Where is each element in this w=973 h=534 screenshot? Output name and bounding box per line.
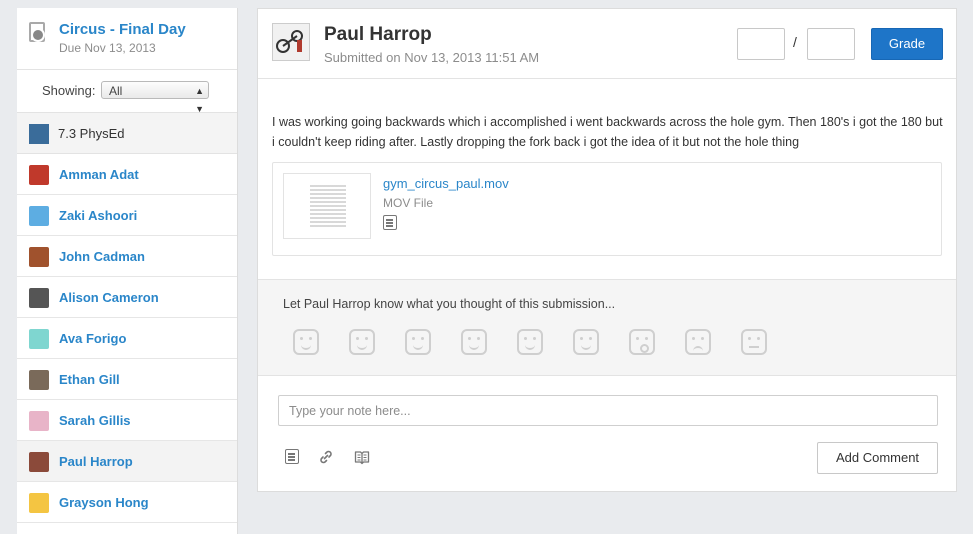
student-avatar [29, 165, 49, 185]
resource-library-icon[interactable] [354, 449, 370, 465]
feedback-prompt: Let Paul Harrop know what you thought of… [283, 297, 616, 311]
student-avatar [29, 411, 49, 431]
attachment-card[interactable]: gym_circus_paul.mov MOV File [272, 162, 942, 256]
student-avatar [29, 329, 49, 349]
student-name: John Cadman [59, 249, 145, 264]
group-row[interactable]: 7.3 PhysEd [17, 113, 237, 154]
student-avatar [29, 452, 49, 472]
assignment-due-date: Due Nov 13, 2013 [59, 41, 156, 55]
student-row[interactable]: Ethan Gill [17, 359, 237, 400]
filter-label: Showing: [42, 83, 96, 98]
submission-panel: Paul Harrop Submitted on Nov 13, 2013 11… [257, 8, 957, 492]
submission-header: Paul Harrop Submitted on Nov 13, 2013 11… [258, 9, 956, 79]
student-name: Grayson Hong [59, 495, 149, 510]
student-name: Zaki Ashoori [59, 208, 138, 223]
link-icon[interactable] [318, 449, 334, 465]
student-row[interactable]: Alison Cameron [17, 277, 237, 318]
student-row[interactable]: Ava Forigo [17, 318, 237, 359]
student-row[interactable]: Zaki Ashoori [17, 195, 237, 236]
attachment-thumbnail[interactable] [283, 173, 371, 239]
student-name: Paul Harrop [59, 454, 133, 469]
reaction-smile-icon[interactable] [573, 329, 599, 355]
student-list: Amman Adat Zaki Ashoori John Cadman Alis… [17, 154, 237, 523]
filter-selected-value: All [109, 84, 123, 98]
reaction-smile-icon[interactable] [293, 329, 319, 355]
grade-button[interactable]: Grade [871, 28, 943, 60]
add-comment-button[interactable]: Add Comment [817, 442, 938, 474]
group-name: 7.3 PhysEd [58, 126, 125, 141]
reaction-sad-icon[interactable] [685, 329, 711, 355]
student-row[interactable]: John Cadman [17, 236, 237, 277]
reaction-neutral-icon[interactable] [741, 329, 767, 355]
student-avatar-large [272, 23, 310, 61]
student-row[interactable]: Amman Adat [17, 154, 237, 195]
feedback-section: Let Paul Harrop know what you thought of… [258, 279, 956, 376]
submitted-timestamp: Submitted on Nov 13, 2013 11:51 AM [324, 50, 540, 65]
student-name: Sarah Gillis [59, 413, 131, 428]
student-avatar [29, 247, 49, 267]
reaction-smile-icon[interactable] [461, 329, 487, 355]
group-icon [29, 124, 49, 144]
student-name: Amman Adat [59, 167, 139, 182]
student-avatar [29, 206, 49, 226]
student-name: Ethan Gill [59, 372, 120, 387]
submission-text: I was working going backwards which i ac… [272, 115, 943, 149]
attachment-filename[interactable]: gym_circus_paul.mov [383, 176, 509, 191]
student-row[interactable]: Sarah Gillis [17, 400, 237, 441]
student-row[interactable]: Grayson Hong [17, 482, 237, 523]
reaction-smile-icon[interactable] [517, 329, 543, 355]
note-input[interactable] [278, 395, 938, 426]
assignment-title[interactable]: Circus - Final Day [59, 21, 186, 38]
student-avatar [29, 493, 49, 513]
attach-file-icon[interactable] [285, 449, 299, 464]
grade-score-input[interactable] [737, 28, 785, 60]
assignment-icon [29, 22, 45, 42]
filter-select[interactable]: All ▲ ▼ [101, 81, 209, 114]
student-name: Alison Cameron [59, 290, 159, 305]
student-avatar [29, 288, 49, 308]
attachment-type: MOV File [383, 196, 434, 210]
grade-total-input[interactable] [807, 28, 855, 60]
student-name-heading: Paul Harrop [324, 24, 432, 45]
student-name: Ava Forigo [59, 331, 127, 346]
grade-slash: / [793, 34, 797, 50]
reaction-surprised-icon[interactable] [629, 329, 655, 355]
student-sidebar: Circus - Final Day Due Nov 13, 2013 Show… [17, 8, 238, 534]
reaction-smile-icon[interactable] [405, 329, 431, 355]
assignment-header: Circus - Final Day Due Nov 13, 2013 [17, 8, 237, 70]
filter-bar: Showing: All ▲ ▼ [17, 70, 237, 114]
reaction-happy-icon[interactable] [349, 329, 375, 355]
file-details-icon[interactable] [383, 215, 397, 230]
student-row[interactable]: Paul Harrop [17, 441, 237, 482]
student-avatar [29, 370, 49, 390]
